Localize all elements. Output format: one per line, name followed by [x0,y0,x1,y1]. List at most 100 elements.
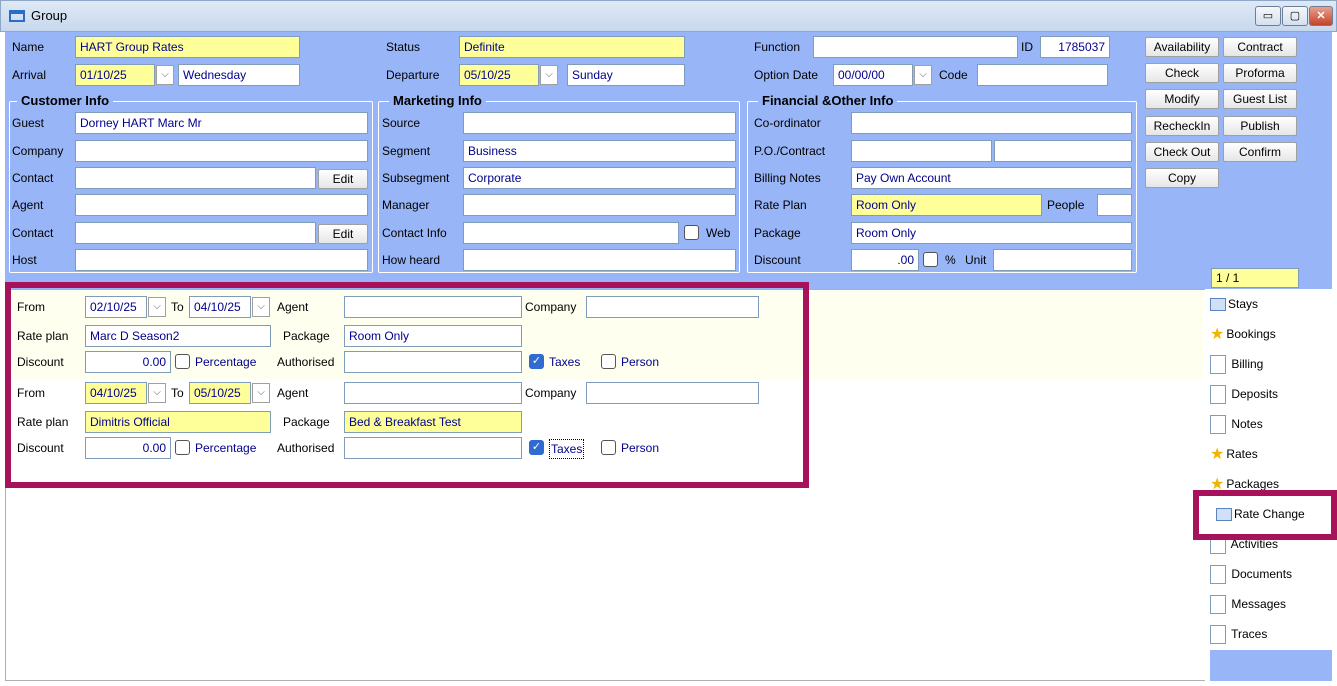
sidebar-item-label: Deposits [1231,387,1279,401]
customer-info-title: Customer Info [17,94,114,108]
page-icon [1210,595,1226,615]
function-label: Function [754,40,801,54]
maximize-button[interactable]: ▢ [1282,6,1308,26]
contact-field[interactable] [75,167,316,189]
availability-button[interactable]: Availability [1145,37,1219,57]
sidebar-item-label: Notes [1231,417,1263,431]
departure-date-field[interactable]: 05/10/25 [459,64,539,86]
confirm-button[interactable]: Confirm [1223,142,1297,162]
contact-info-field[interactable] [463,222,679,244]
unit-label: Unit [965,253,987,267]
sidebar-item-bookings[interactable]: ★ Bookings [1210,319,1332,349]
sidebar-item-label: Stays [1228,297,1259,311]
modify-button[interactable]: Modify [1145,89,1219,109]
package-field[interactable]: Room Only [851,222,1132,244]
sidebar-item-label: Messages [1231,597,1287,611]
arrival-dropdown-icon[interactable]: ⌵ [156,65,174,85]
rate-change-highlight-box [5,282,809,488]
host-field[interactable] [75,249,368,271]
sidebar-item-label: Packages [1226,477,1280,491]
agent-label: Agent [12,198,44,212]
star-icon: ★ [1210,445,1225,463]
sidebar-item-label: Documents [1231,567,1293,581]
po-field[interactable] [851,140,992,162]
sidebar-footer [1210,650,1332,681]
coordinator-label: Co-ordinator [754,116,821,130]
page-icon [1210,625,1226,645]
option-date-field[interactable]: 00/00/00 [833,64,913,86]
discount-field[interactable]: .00 [851,249,919,271]
window-title: Group [31,8,68,23]
code-field[interactable] [977,64,1108,86]
manager-label: Manager [382,198,430,212]
sidebar-item-label: Rates [1226,447,1258,461]
web-checkbox[interactable] [684,225,699,240]
minimize-button[interactable]: ▭ [1255,6,1281,26]
how-heard-label: How heard [382,253,441,267]
billing-notes-label: Billing Notes [754,171,821,185]
page-icon [1210,385,1226,405]
status-field[interactable]: Definite [459,36,685,58]
unit-field[interactable] [993,249,1132,271]
sidebar-item-label: Bookings [1226,327,1276,341]
people-field[interactable] [1097,194,1132,216]
subsegment-label: Subsegment [382,171,450,185]
id-label: ID [1021,40,1033,54]
source-field[interactable] [463,112,736,134]
discount-label: Discount [754,253,801,267]
host-label: Host [12,253,37,267]
page-icon [1210,565,1226,585]
contract-button[interactable]: Contract [1223,37,1297,57]
check-button[interactable]: Check [1145,63,1219,83]
function-field[interactable] [813,36,1018,58]
people-label: People [1047,198,1085,212]
name-label: Name [12,40,45,54]
sidebar-item-messages[interactable]: Messages [1210,589,1332,619]
contact-edit-button[interactable]: Edit [318,169,368,189]
sidebar-item-documents[interactable]: Documents [1210,559,1332,589]
manager-field[interactable] [463,194,736,216]
sidebar-item-deposits[interactable]: Deposits [1210,379,1332,409]
option-date-dropdown-icon[interactable]: ⌵ [914,65,932,85]
contract-field[interactable] [994,140,1132,162]
check-out-button[interactable]: Check Out [1145,142,1219,162]
rate-plan-label: Rate Plan [754,198,807,212]
close-button[interactable]: ✕ [1309,6,1333,26]
guest-field[interactable]: Dorney HART Marc Mr [75,112,368,134]
guest-list-button[interactable]: Guest List [1223,89,1297,109]
sidebar-item-billing[interactable]: Billing [1210,349,1332,379]
page-icon [1210,415,1226,435]
agent-field[interactable] [75,194,368,216]
id-field: 1785037 [1040,36,1110,58]
contact2-field[interactable] [75,222,316,244]
billing-notes-field[interactable]: Pay Own Account [851,167,1132,189]
subsegment-field[interactable]: Corporate [463,167,736,189]
arrival-date-field[interactable]: 01/10/25 [75,64,155,86]
company-field[interactable] [75,140,368,162]
departure-dropdown-icon[interactable]: ⌵ [540,65,558,85]
sidebar-item-stays[interactable]: Stays [1210,289,1332,319]
package-label: Package [754,226,801,240]
sidebar-item-traces[interactable]: Traces [1210,619,1332,649]
departure-label: Departure [386,68,440,82]
sidebar-item-notes[interactable]: Notes [1210,409,1332,439]
rate-plan-field[interactable]: Room Only [851,194,1042,216]
coordinator-field[interactable] [851,112,1132,134]
sidebar-item-label: Traces [1231,627,1268,641]
name-field[interactable]: HART Group Rates [75,36,300,58]
option-date-label: Option Date [754,68,819,82]
copy-button[interactable]: Copy [1145,168,1219,188]
arrival-day-field: Wednesday [178,64,300,86]
sidebar-item-rates[interactable]: ★ Rates [1210,439,1332,469]
comment-icon [1210,298,1226,312]
app-icon [9,10,25,22]
segment-field[interactable]: Business [463,140,736,162]
contact2-edit-button[interactable]: Edit [318,224,368,244]
proforma-button[interactable]: Proforma [1223,63,1297,83]
contact2-label: Contact [12,226,54,240]
recheckin-button[interactable]: RecheckIn [1145,116,1219,136]
sidebar-item-label: Billing [1231,357,1264,371]
discount-percent-checkbox[interactable] [923,252,938,267]
how-heard-field[interactable] [463,249,736,271]
publish-button[interactable]: Publish [1223,116,1297,136]
